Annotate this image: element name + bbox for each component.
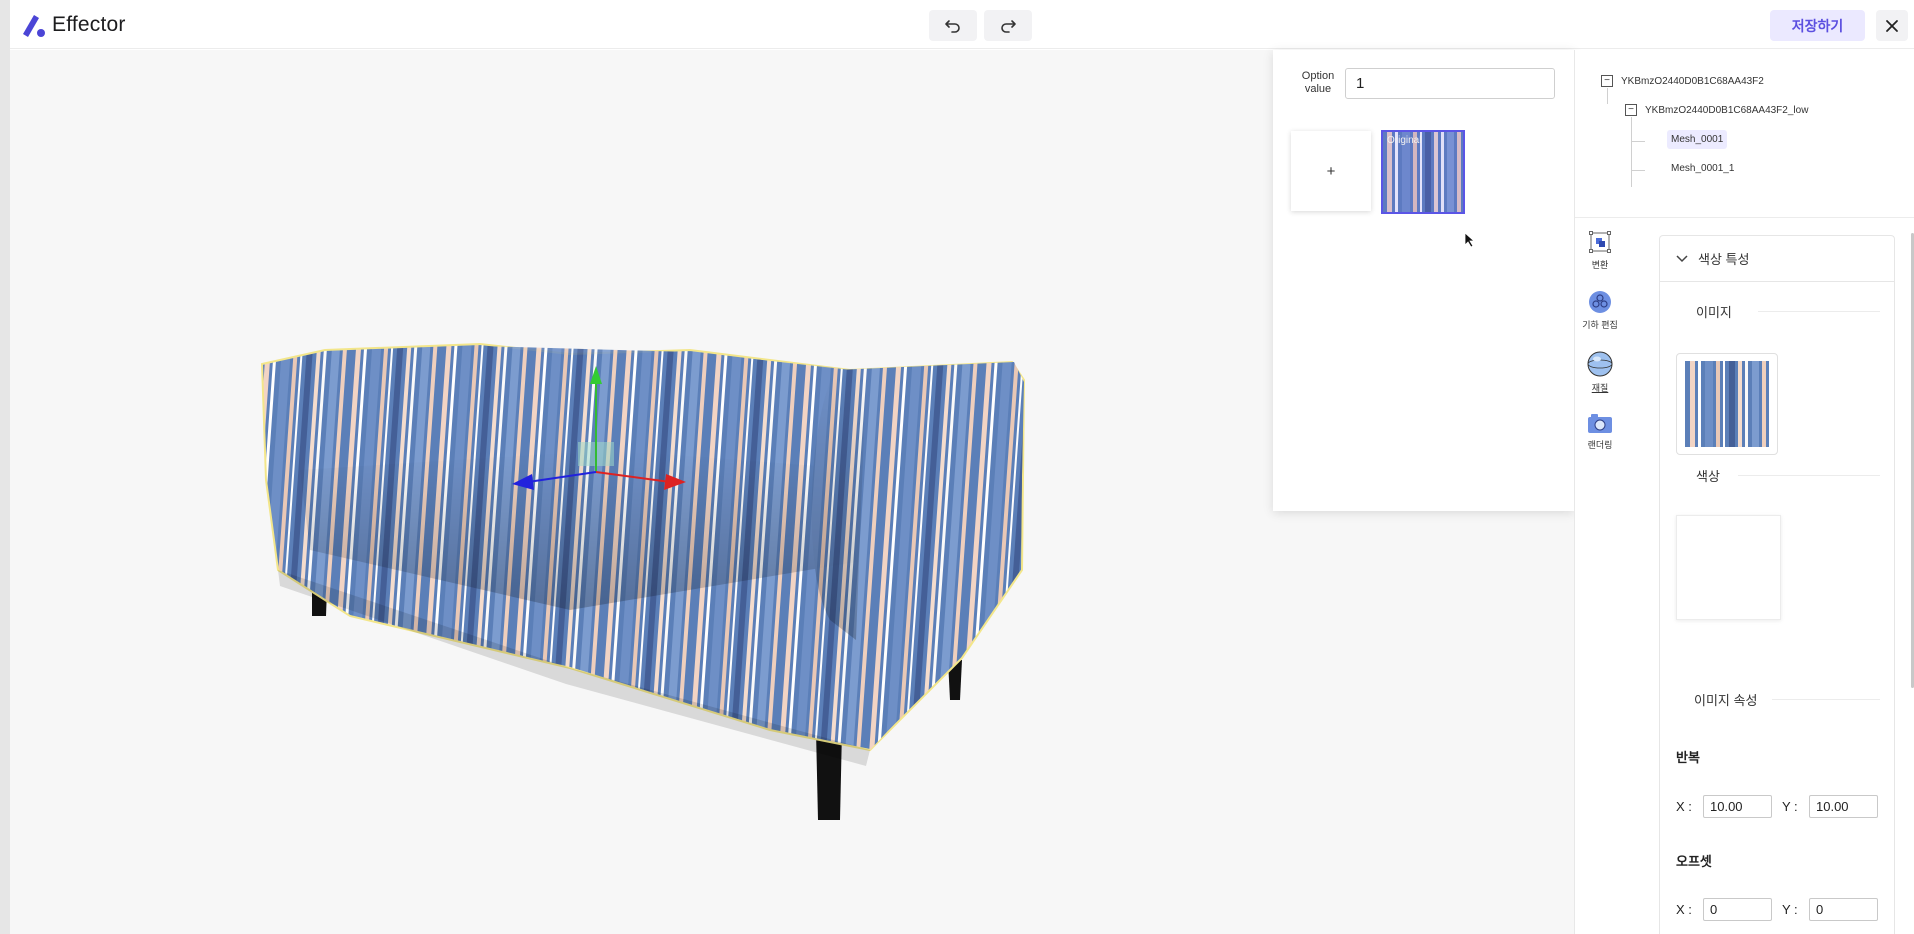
tree-leaf-mesh-0001[interactable]: Mesh_0001 xyxy=(1667,130,1728,149)
offset-y-label: Y : xyxy=(1782,902,1798,917)
section-divider xyxy=(1738,475,1880,476)
image-properties-title: 이미지 속성 xyxy=(1694,693,1758,708)
redo-button[interactable] xyxy=(984,10,1032,41)
repeat-x-label: X : xyxy=(1676,799,1692,814)
color-section-title: 색상 xyxy=(1696,469,1720,484)
effector-logo-icon xyxy=(23,15,45,37)
tool-geometry-edit-label: 기하 편집 xyxy=(1582,320,1618,330)
repeat-x-input[interactable]: 10.00 xyxy=(1703,795,1772,818)
window-edge xyxy=(0,0,10,934)
offset-x-input[interactable]: 0 xyxy=(1703,898,1772,921)
repeat-y-label: Y : xyxy=(1782,799,1798,814)
texture-image-preview xyxy=(1685,361,1769,447)
image-section-title: 이미지 xyxy=(1696,305,1732,320)
right-panel: − YKBmzO2440D0B1C68AA43F2 − YKBmzO2440D0… xyxy=(1574,50,1914,934)
tool-rendering-label: 랜더링 xyxy=(1587,440,1613,450)
original-texture-thumbnail[interactable]: Original xyxy=(1381,130,1465,214)
collapse-icon[interactable]: − xyxy=(1601,75,1613,87)
color-swatch[interactable] xyxy=(1676,515,1781,620)
repeat-row: X : 10.00 Y : 10.00 xyxy=(1676,795,1878,818)
transform-icon xyxy=(1589,231,1611,253)
close-button[interactable] xyxy=(1876,10,1908,41)
tool-transform-label: 변환 xyxy=(1591,260,1609,270)
undo-icon xyxy=(945,19,960,33)
chevron-down-icon xyxy=(1676,254,1688,262)
tree-connector xyxy=(1631,141,1645,142)
add-option-button[interactable]: + xyxy=(1291,131,1371,211)
tree-node-low[interactable]: − YKBmzO2440D0B1C68AA43F2_low xyxy=(1625,104,1808,116)
tool-material[interactable]: 재질 xyxy=(1575,351,1625,394)
collapse-icon[interactable]: − xyxy=(1625,104,1637,116)
app-logo: Effector xyxy=(20,12,126,38)
save-button[interactable]: 저장하기 xyxy=(1770,10,1865,41)
tool-rendering[interactable]: 랜더링 xyxy=(1575,412,1625,451)
camera-icon xyxy=(1588,414,1612,433)
section-divider xyxy=(1772,699,1880,700)
repeat-y-input[interactable]: 10.00 xyxy=(1809,795,1878,818)
offset-x-label: X : xyxy=(1676,902,1692,917)
tool-material-label: 재질 xyxy=(1591,383,1609,393)
offset-y-input[interactable]: 0 xyxy=(1809,898,1878,921)
undo-button[interactable] xyxy=(929,10,977,41)
offset-row: X : 0 Y : 0 xyxy=(1676,898,1878,921)
option-value-input[interactable]: 1 xyxy=(1345,68,1555,99)
offset-title: 오프셋 xyxy=(1676,854,1712,869)
mouse-cursor-icon xyxy=(1464,232,1476,248)
tree-connector xyxy=(1631,117,1632,187)
section-divider xyxy=(1758,311,1880,312)
option-value-panel: Option value 1 + Original xyxy=(1273,50,1574,511)
original-label: Original xyxy=(1387,135,1422,146)
tool-geometry-edit[interactable]: 기하 편집 xyxy=(1575,290,1625,331)
option-value-label: Option value xyxy=(1301,70,1335,95)
tree-connector xyxy=(1607,88,1608,104)
redo-icon xyxy=(1001,19,1016,33)
color-properties-header[interactable]: 색상 특성 xyxy=(1660,236,1894,282)
geometry-edit-icon xyxy=(1589,291,1611,313)
tree-connector xyxy=(1631,170,1645,171)
material-sphere-icon xyxy=(1587,351,1613,377)
app-name: Effector xyxy=(52,13,126,36)
tree-node-low-label: YKBmzO2440D0B1C68AA43F2_low xyxy=(1645,104,1809,116)
tree-node-root-label: YKBmzO2440D0B1C68AA43F2 xyxy=(1621,75,1764,87)
top-bar: Effector 저장하기 xyxy=(0,0,1914,49)
color-properties-panel: 색상 특성 이미지 색상 이미지 속성 반복 X: 10.00 Y: 10.… xyxy=(1659,235,1895,934)
close-icon xyxy=(1886,19,1898,32)
color-properties-title: 색상 특성 xyxy=(1698,252,1750,267)
tree-leaf-mesh-0001-1[interactable]: Mesh_0001_1 xyxy=(1667,159,1738,178)
tool-transform[interactable]: 변환 xyxy=(1575,230,1625,271)
tree-divider xyxy=(1575,217,1914,218)
texture-image-slot[interactable] xyxy=(1676,353,1778,455)
repeat-title: 반복 xyxy=(1676,750,1700,765)
tree-node-root[interactable]: − YKBmzO2440D0B1C68AA43F2 xyxy=(1601,75,1764,87)
